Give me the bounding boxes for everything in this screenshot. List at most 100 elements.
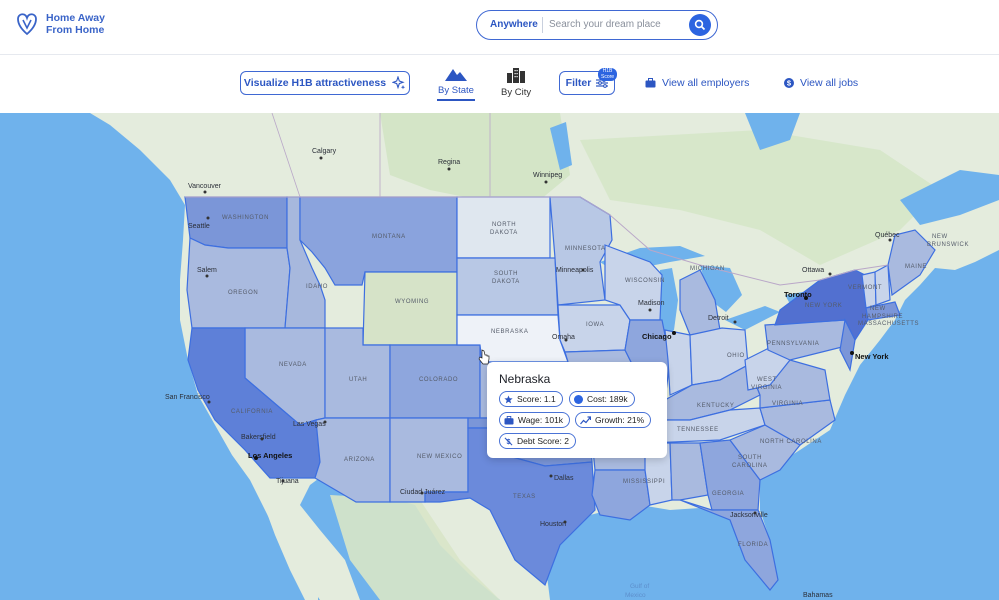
filter-badge: H1B Score: [598, 68, 618, 81]
growth-pill: Growth: 21%: [575, 412, 652, 428]
dollar-icon: $: [784, 78, 794, 88]
label-michigan: MICHIGAN: [690, 266, 725, 272]
city-new-york: New York: [855, 352, 889, 361]
active-tab-underline: [437, 99, 475, 101]
label-nevada: NEVADA: [279, 362, 307, 368]
label-colorado: COLORADO: [419, 377, 458, 383]
label-south-dakota-1: SOUTH: [494, 271, 518, 277]
city-minneapolis: Minneapolis: [556, 267, 594, 274]
city-bakersfield: Bakersfield: [241, 434, 276, 441]
score-pill: Score: 1.1: [499, 391, 563, 407]
view-jobs-label: View all jobs: [800, 77, 859, 89]
label-washington: WASHINGTON: [222, 215, 269, 221]
logo-icon: [17, 13, 37, 36]
label-new-brunswick-1: NEW: [932, 234, 948, 240]
water-gulf-2: Mexico: [625, 592, 646, 599]
cost-pill: Cost: 189k: [569, 391, 635, 407]
city-regina: Regina: [438, 159, 460, 166]
score-value: Score: 1.1: [517, 394, 556, 404]
label-wisconsin: WISCONSIN: [625, 278, 665, 284]
city-los-angeles: Los Angeles: [248, 451, 292, 460]
state-oregon[interactable]: [186, 237, 291, 329]
city-bahamas: Bahamas: [803, 592, 833, 599]
search-divider: [542, 17, 543, 33]
search-input[interactable]: Search your dream place: [549, 19, 661, 30]
city-ciudad-juarez: Ciudad Juárez: [400, 489, 446, 496]
map-view[interactable]: WASHINGTON OREGON IDAHO MONTANA WYOMING …: [0, 113, 999, 600]
label-west-virginia-1: WEST: [757, 377, 777, 383]
view-employers-button[interactable]: View all employers: [645, 77, 749, 89]
label-minnesota: MINNESOTA: [565, 246, 606, 252]
city-omaha: Omaha: [552, 334, 575, 341]
city-san-francisco: San Francisco: [165, 394, 210, 401]
water-gulf-1: Gulf of: [630, 583, 649, 590]
city-calgary: Calgary: [312, 148, 337, 155]
logo-line2: From Home: [46, 24, 105, 36]
tooltip-title: Nebraska: [499, 372, 551, 386]
label-oregon: OREGON: [228, 290, 258, 296]
label-california: CALIFORNIA: [231, 409, 273, 415]
label-north-dakota-1: NORTH: [492, 222, 516, 228]
cost-value: Cost: 189k: [587, 394, 628, 404]
tab-by-state[interactable]: By State: [437, 67, 475, 101]
label-west-virginia-2: VIRGINIA: [751, 385, 782, 391]
search-location[interactable]: Anywhere: [490, 19, 538, 30]
growth-value: Growth: 21%: [595, 415, 645, 425]
city-dallas: Dallas: [554, 475, 574, 482]
label-north-carolina: NORTH CAROLINA: [760, 439, 822, 445]
label-south-carolina-1: SOUTH: [738, 455, 762, 461]
label-kentucky: KENTUCKY: [697, 403, 734, 409]
label-arizona: ARIZONA: [344, 457, 375, 463]
filter-label: Filter: [565, 77, 592, 89]
city-ottawa: Ottawa: [802, 267, 824, 274]
map-canvas[interactable]: WASHINGTON OREGON IDAHO MONTANA WYOMING …: [0, 113, 999, 600]
label-idaho: IDAHO: [306, 284, 328, 290]
city-houston: Houston: [540, 521, 566, 528]
label-massachusetts: MASSACHUSETTS: [858, 321, 919, 327]
label-iowa: IOWA: [586, 322, 604, 328]
app-logo[interactable]: Home Away From Home: [16, 12, 105, 36]
label-pennsylvania: PENNSYLVANIA: [767, 341, 819, 347]
label-new-york: NEW YORK: [805, 303, 842, 309]
label-new-hampshire-2: HAMPSHIRE: [862, 314, 903, 320]
city-las-vegas: Las Vegas: [293, 421, 326, 428]
state-iowa[interactable]: [557, 304, 631, 353]
search-bar[interactable]: Anywhere Search your dream place: [476, 10, 718, 40]
visualize-label: Visualize H1B attractiveness: [243, 77, 387, 89]
label-utah: UTAH: [349, 377, 367, 383]
city-toronto: Toronto: [784, 290, 812, 299]
state-wyoming[interactable]: [362, 271, 458, 346]
view-jobs-button[interactable]: $ View all jobs: [784, 77, 858, 89]
filter-badge-line2: Score: [601, 73, 615, 80]
city-tijuana: Tijuana: [276, 478, 299, 485]
visualize-button[interactable]: Visualize H1B attractiveness: [240, 71, 410, 95]
label-virginia: VIRGINIA: [772, 401, 803, 407]
growth-chart-icon: [580, 415, 591, 424]
label-ohio: OHIO: [727, 353, 745, 359]
view-employers-label: View all employers: [662, 77, 750, 89]
label-montana: MONTANA: [372, 234, 406, 240]
logo-line1: Home Away: [46, 12, 105, 24]
city-icon: [507, 68, 526, 83]
label-wyoming: WYOMING: [395, 299, 429, 305]
label-south-carolina-2: CAROLINA: [732, 463, 767, 469]
tab-by-city[interactable]: By City: [501, 67, 531, 98]
star-icon: [504, 394, 513, 403]
toolbar: Visualize H1B attractiveness By State By…: [0, 55, 999, 113]
label-texas: TEXAS: [513, 494, 536, 500]
label-florida: FLORIDA: [738, 542, 768, 548]
city-jacksonville: Jacksonville: [730, 512, 768, 519]
city-seattle: Seattle: [188, 223, 210, 230]
search-button[interactable]: [689, 14, 711, 36]
wage-pill: Wage: 101k: [499, 412, 571, 428]
wage-value: Wage: 101k: [518, 415, 564, 425]
city-detroit: Detroit: [708, 315, 729, 322]
state-south-dakota[interactable]: [456, 257, 559, 316]
tab-by-city-label: By City: [501, 87, 532, 98]
tab-by-state-label: By State: [438, 85, 474, 96]
label-new-hampshire-1: NEW: [870, 306, 886, 312]
label-south-dakota-2: DAKOTA: [492, 279, 520, 285]
label-maine: MAINE: [905, 264, 927, 270]
debt-icon: $: [504, 437, 513, 446]
city-winnipeg: Winnipeg: [533, 172, 562, 179]
